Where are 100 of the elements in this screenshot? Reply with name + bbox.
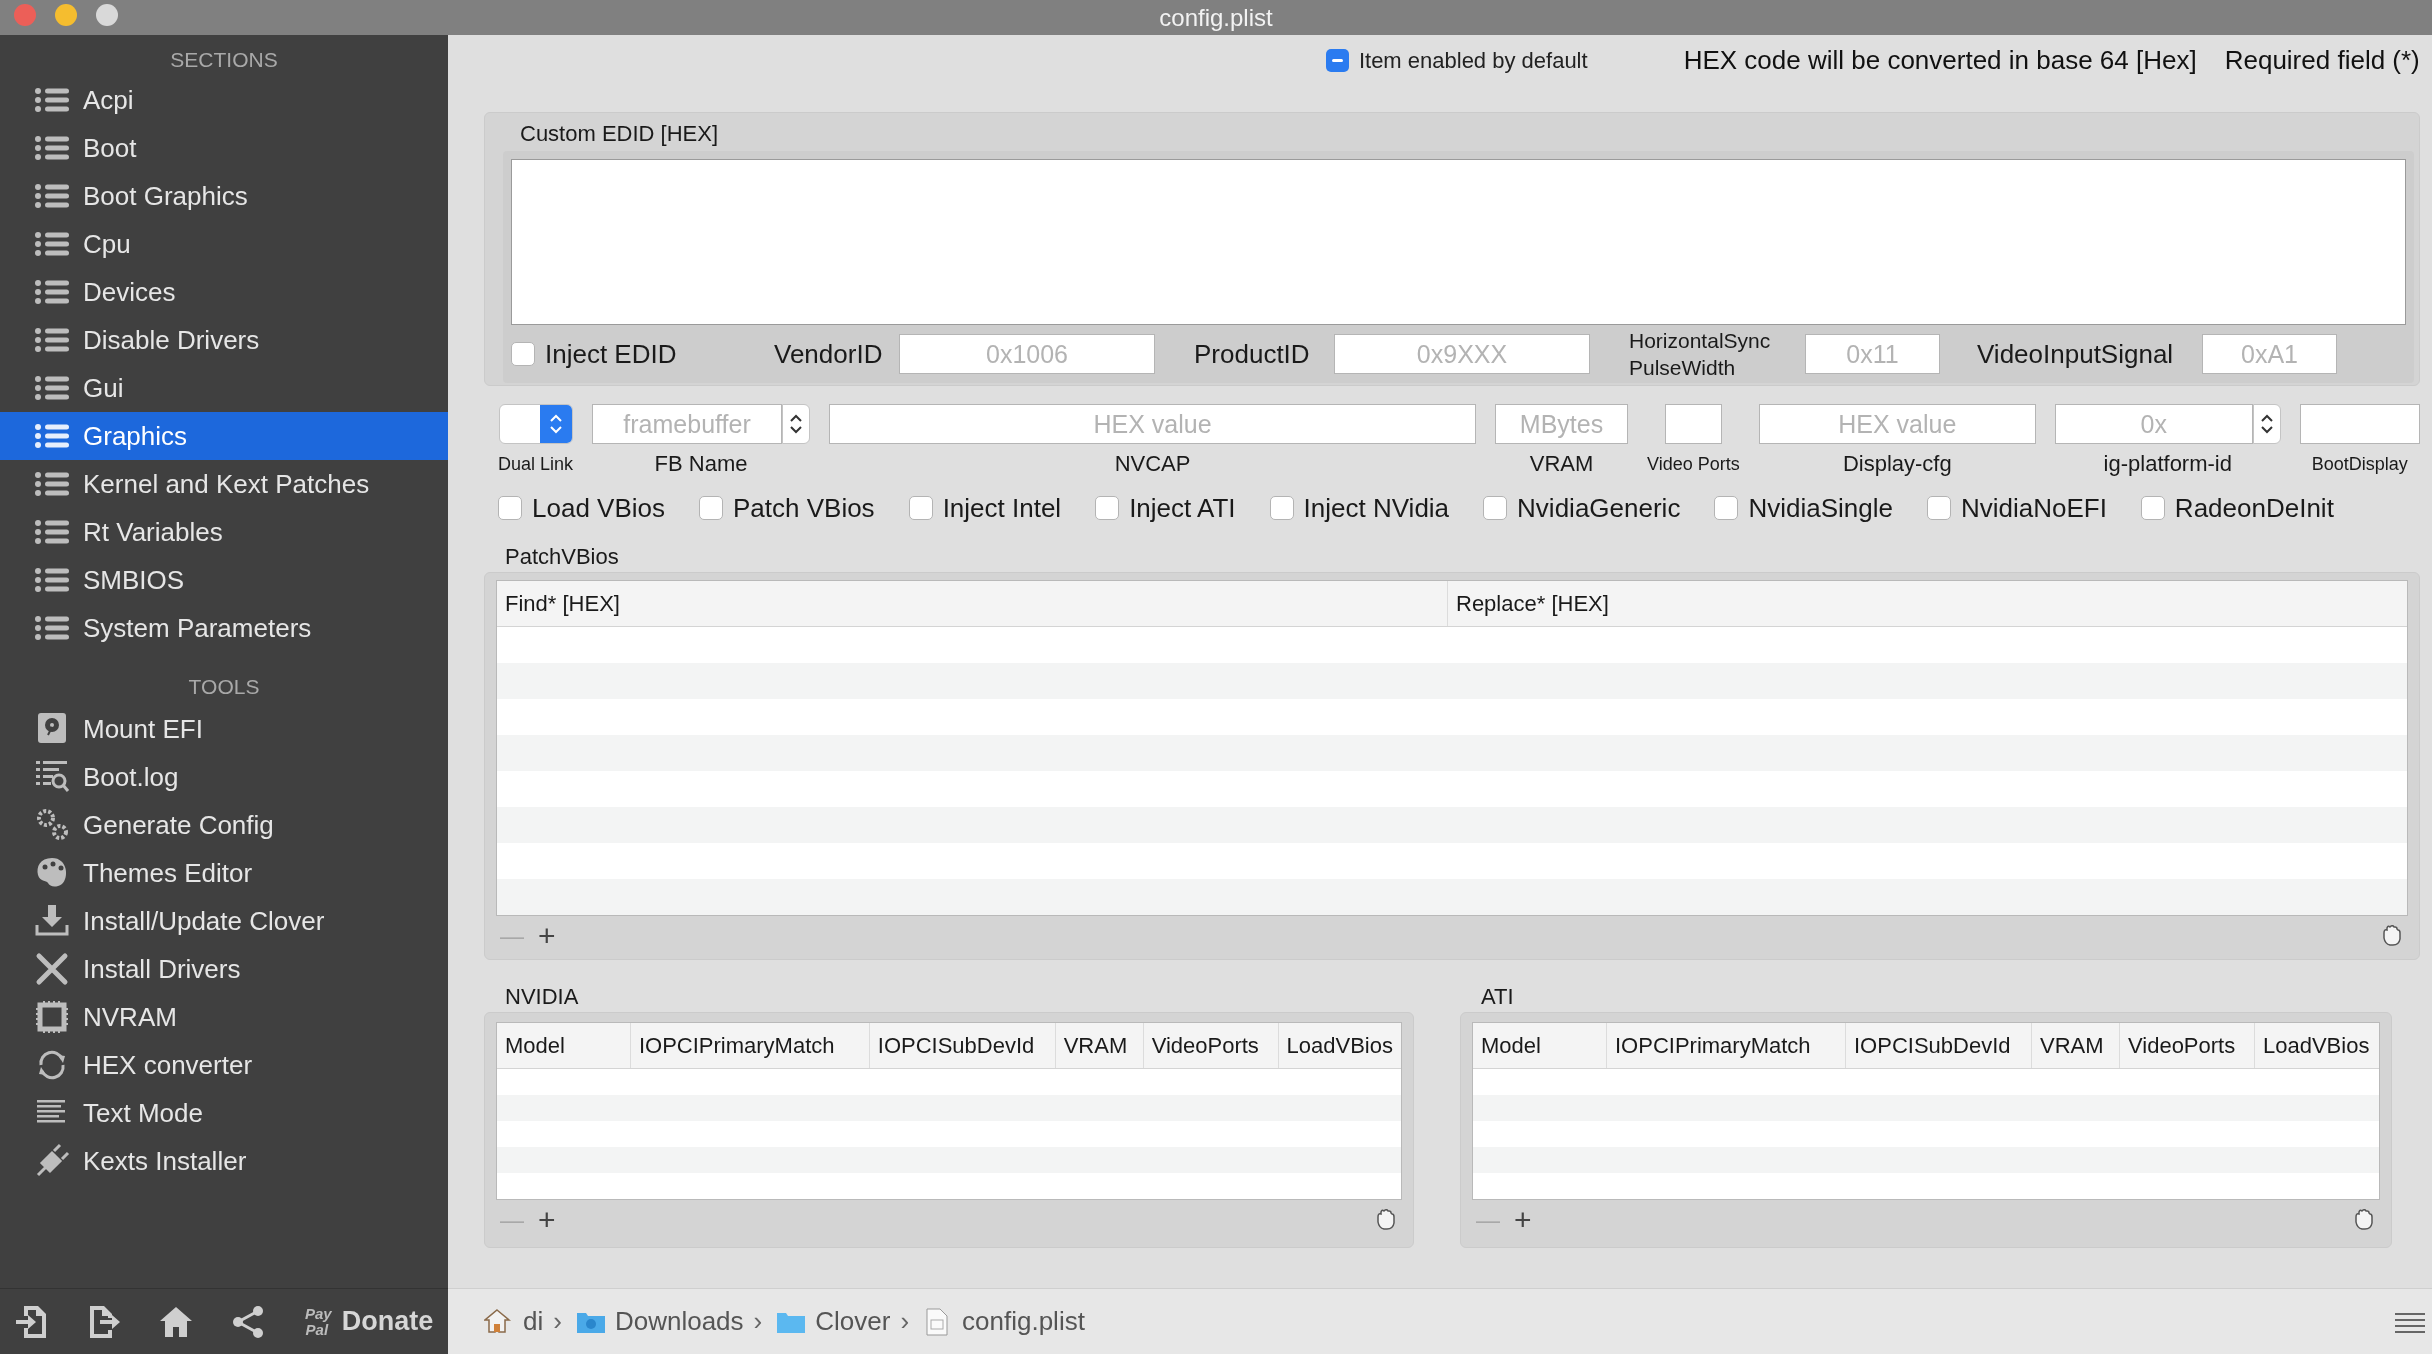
sidebar-item[interactable]: Mount EFI — [0, 705, 448, 753]
add-button[interactable]: + — [1514, 1205, 1532, 1235]
close-button[interactable] — [14, 4, 36, 26]
input-field[interactable]: 0x11 — [1805, 334, 1940, 374]
path-separator: › — [553, 1305, 562, 1338]
input-field[interactable] — [1664, 404, 1722, 444]
checkbox-label: NvidiaNoEFI — [1960, 491, 2107, 525]
list-icon — [34, 518, 70, 546]
column-header[interactable]: IOPCISubDevId — [869, 1023, 1056, 1068]
zoom-button[interactable] — [96, 4, 118, 26]
checkbox-label: NvidiaSingle — [1748, 491, 1893, 525]
list-icon — [34, 86, 70, 114]
input-field[interactable]: 0x9XXX — [1334, 334, 1590, 374]
column-header[interactable]: LoadVBios — [2255, 1023, 2379, 1068]
column-header[interactable]: VRAM — [2032, 1023, 2120, 1068]
checkbox[interactable] — [699, 496, 723, 520]
column-header[interactable]: Find* [HEX] — [497, 581, 1448, 626]
checkbox[interactable] — [1714, 496, 1739, 520]
checkbox[interactable] — [2140, 496, 2165, 520]
sidebar-item[interactable]: Boot Graphics — [0, 172, 448, 220]
sidebar-item[interactable]: Kexts Installer — [0, 1137, 448, 1185]
sidebar-item[interactable]: Acpi — [0, 76, 448, 124]
sidebar-item[interactable]: System Parameters — [0, 604, 448, 652]
checkbox[interactable] — [1269, 496, 1294, 520]
sidebar-item[interactable]: Install/Update Clover — [0, 897, 448, 945]
minus-icon — [1330, 57, 1344, 63]
path-segment[interactable]: Clover — [776, 1302, 891, 1341]
sidebar-item[interactable]: Generate Config — [0, 801, 448, 849]
path-segment[interactable]: Downloads — [575, 1302, 744, 1341]
column-header[interactable]: VideoPorts — [1143, 1023, 1279, 1068]
sidebar-item[interactable]: HEX converter — [0, 1041, 448, 1089]
column-header[interactable]: IOPCIPrimaryMatch — [630, 1023, 870, 1068]
column-header[interactable]: Model — [1473, 1023, 1607, 1068]
sidebar-item[interactable]: Disable Drivers — [0, 316, 448, 364]
minimize-button[interactable] — [55, 4, 77, 26]
column-header[interactable]: Replace* [HEX] — [1448, 581, 2407, 626]
field-label: Dual Link — [498, 453, 574, 476]
add-button[interactable]: + — [538, 921, 556, 951]
path-segment[interactable]: di — [484, 1302, 544, 1341]
input-field[interactable]: HEX value — [829, 404, 1477, 444]
input-field[interactable]: 0xA1 — [2202, 334, 2337, 374]
checkbox[interactable] — [1483, 496, 1508, 520]
column-header[interactable]: VRAM — [1055, 1023, 1144, 1068]
field-label: Video Ports — [1647, 453, 1740, 476]
sidebar-item[interactable]: Graphics — [0, 412, 448, 460]
input-field[interactable]: HEX value — [1758, 404, 2036, 444]
popup-button[interactable] — [498, 404, 573, 444]
list-icon — [34, 614, 70, 642]
input-field[interactable]: 0x — [2054, 404, 2253, 444]
checkbox[interactable] — [1926, 496, 1951, 520]
input-field[interactable]: 0x1006 — [899, 334, 1155, 374]
sidebar-item[interactable]: Gui — [0, 364, 448, 412]
sidebar-item[interactable]: Text Mode — [0, 1089, 448, 1137]
share-button[interactable] — [230, 1303, 266, 1340]
stepper-button[interactable] — [2252, 404, 2281, 444]
sidebar-item[interactable]: Rt Variables — [0, 508, 448, 556]
checkbox-label: Inject NVidia — [1303, 491, 1450, 525]
input-field[interactable] — [2299, 404, 2420, 444]
column-header[interactable]: VideoPorts — [2120, 1023, 2255, 1068]
input-field[interactable]: MBytes — [1495, 404, 1629, 444]
checkbox[interactable] — [498, 496, 522, 520]
column-header[interactable]: Model — [497, 1023, 631, 1068]
path-segment[interactable]: config.plist — [923, 1302, 1085, 1341]
hand-icon — [1374, 1208, 1398, 1232]
checkbox[interactable] — [1095, 496, 1120, 520]
checkbox-label: RadeonDeInit — [2174, 491, 2334, 525]
checkbox[interactable] — [1325, 48, 1349, 72]
checkbox[interactable] — [511, 342, 535, 366]
sidebar-item[interactable]: NVRAM — [0, 993, 448, 1041]
add-button[interactable]: + — [538, 1205, 556, 1235]
group-title: PatchVBios — [505, 543, 620, 571]
input-field[interactable]: framebuffer — [592, 404, 783, 444]
hand-icon — [2352, 1208, 2376, 1232]
list-icon — [34, 422, 70, 450]
sidebar-item[interactable]: Kernel and Kext Patches — [0, 460, 448, 508]
hint-text: HEX code will be converted in base 64 [Hex] — [1683, 43, 2197, 77]
column-header[interactable]: IOPCISubDevId — [1846, 1023, 2032, 1068]
field-label: NVCAP — [1114, 452, 1191, 476]
checkbox[interactable] — [908, 496, 933, 520]
sidebar-item[interactable]: Themes Editor — [0, 849, 448, 897]
stepper-button[interactable] — [782, 404, 811, 444]
list-icon — [34, 182, 70, 210]
field-label: ProductID — [1194, 337, 1311, 371]
column-header[interactable]: LoadVBios — [1278, 1023, 1401, 1068]
sidebar-item[interactable]: Boot.log — [0, 753, 448, 801]
sidebar-item[interactable]: Cpu — [0, 220, 448, 268]
list-icon — [34, 134, 70, 162]
sidebar-item[interactable]: Devices — [0, 268, 448, 316]
checkbox-label: Item enabled by default — [1358, 46, 1588, 75]
field-label: VRAM — [1529, 452, 1594, 476]
sidebar-item[interactable]: Install Drivers — [0, 945, 448, 993]
hint-text: Required field (*) — [2224, 43, 2420, 77]
path-separator: › — [900, 1305, 910, 1338]
download-icon — [34, 903, 70, 939]
sidebar-item[interactable]: SMBIOS — [0, 556, 448, 604]
menu-button[interactable] — [2394, 1310, 2425, 1333]
sidebar-item[interactable]: Boot — [0, 124, 448, 172]
list-icon — [34, 566, 70, 594]
group-title: ATI — [1481, 983, 1515, 1011]
column-header[interactable]: IOPCIPrimaryMatch — [1607, 1023, 1846, 1068]
